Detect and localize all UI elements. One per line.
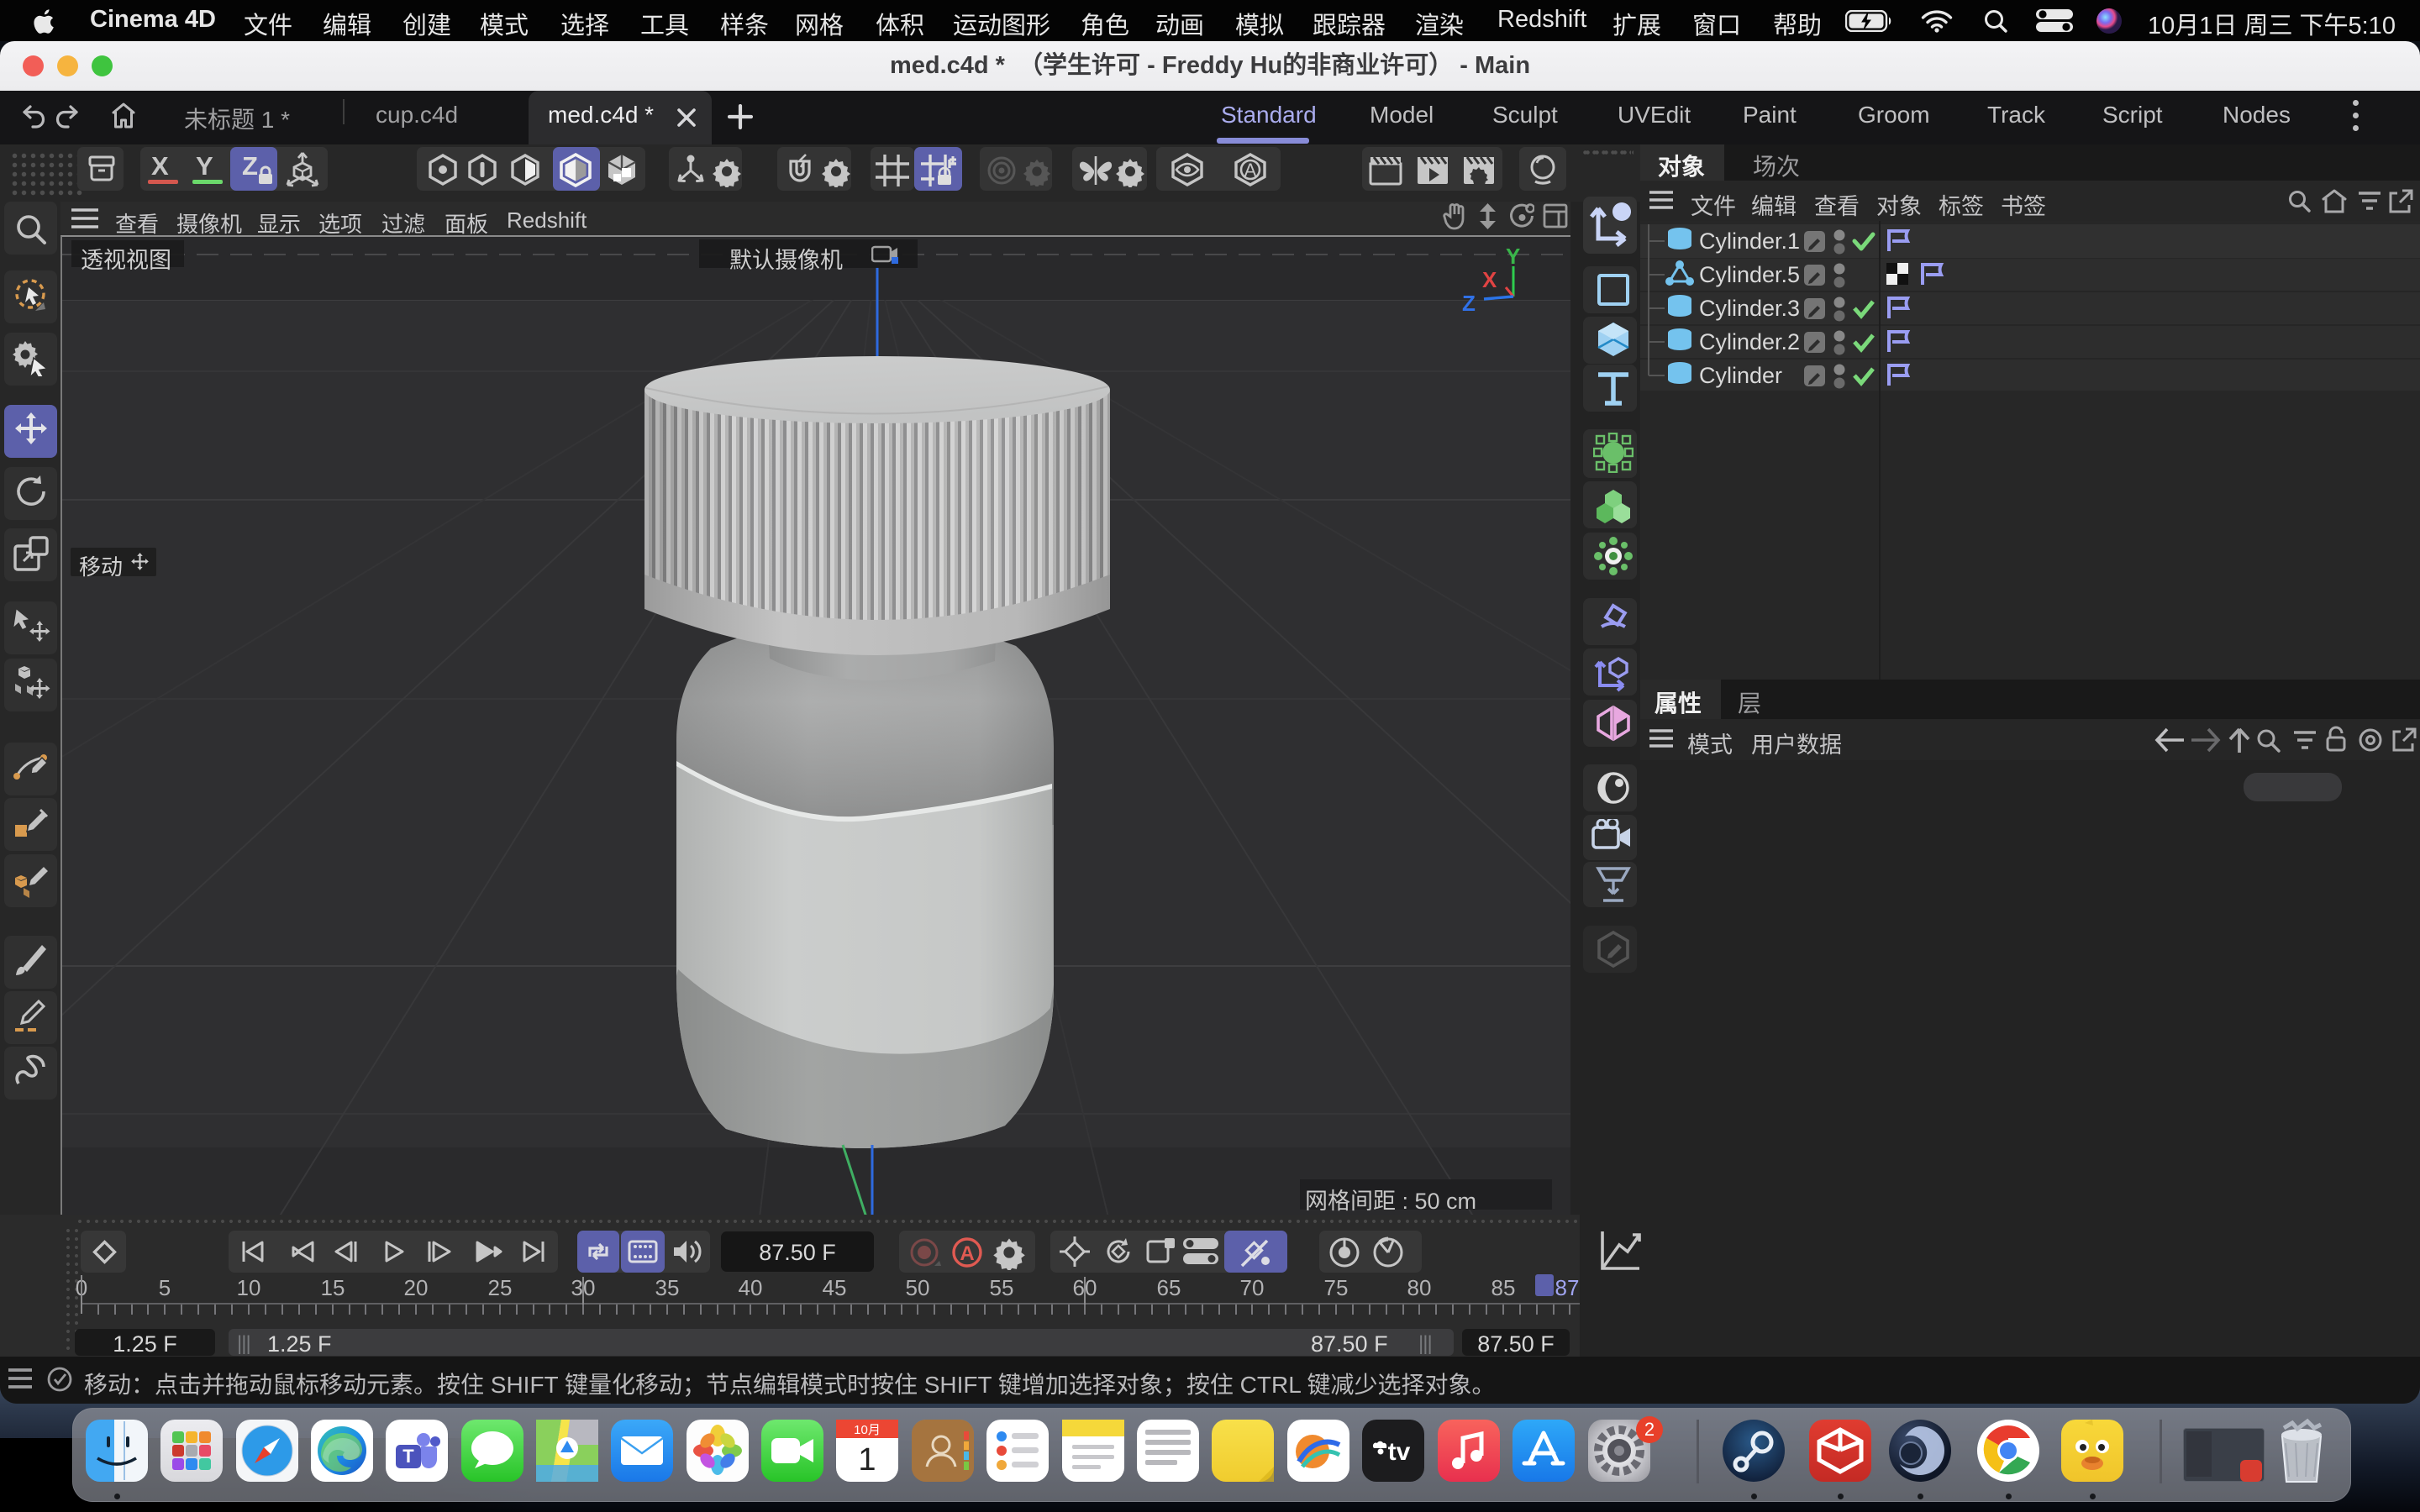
svg-text:1: 1: [858, 1442, 876, 1478]
svg-text:T: T: [402, 1446, 414, 1467]
svg-text:tv: tv: [1388, 1438, 1411, 1466]
svg-text:10月: 10月: [854, 1423, 881, 1437]
